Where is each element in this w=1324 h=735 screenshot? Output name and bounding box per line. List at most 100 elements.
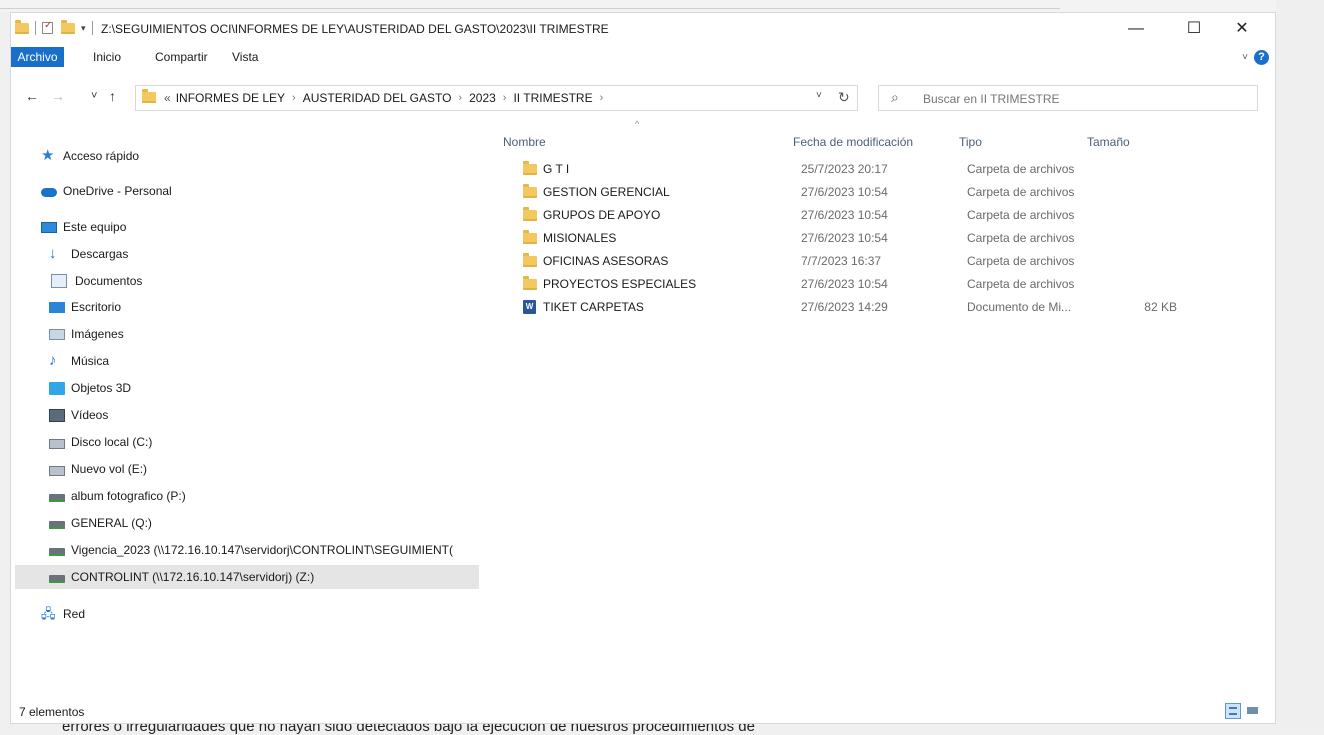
chevron-right-icon[interactable]: › (600, 92, 604, 104)
cube-icon (49, 381, 65, 395)
folder-icon (523, 252, 537, 267)
sort-ascending-icon: ^ (635, 119, 640, 129)
sidebar-item-disco-local-c[interactable]: Disco local (C:) (49, 430, 152, 454)
column-header-name[interactable]: Nombre (503, 135, 546, 155)
tab-compartir[interactable]: Compartir (155, 47, 208, 67)
properties-icon[interactable] (42, 20, 53, 34)
file-date: 27/6/2023 10:54 (801, 208, 888, 222)
sidebar-item-red[interactable]: 🖧 Red (41, 602, 85, 626)
large-icons-view-button[interactable] (1245, 703, 1261, 719)
sidebar-item-label: Descargas (71, 247, 129, 261)
sidebar-item-objetos-3d[interactable]: Objetos 3D (49, 376, 131, 400)
chevron-right-icon[interactable]: › (292, 92, 296, 104)
search-box[interactable]: ⌕ (878, 85, 1258, 111)
back-button[interactable]: ← (25, 88, 39, 104)
sidebar-item-videos[interactable]: Vídeos (49, 403, 108, 427)
sidebar-item-label: OneDrive - Personal (63, 184, 172, 198)
sidebar-item-general-q[interactable]: GENERAL (Q:) (49, 511, 152, 535)
refresh-icon[interactable]: ↻ (838, 89, 850, 106)
sidebar-item-acceso-rapido[interactable]: ★ Acceso rápido (41, 144, 139, 168)
new-folder-icon[interactable] (61, 19, 75, 34)
details-view-button[interactable] (1225, 703, 1241, 719)
file-row[interactable]: OFICINAS ASESORAS 7/7/2023 16:37 Carpeta… (507, 250, 1267, 273)
item-count: 7 elementos (19, 705, 85, 719)
breadcrumb-overflow[interactable]: « (164, 91, 171, 105)
sidebar-item-album-fotografico-p[interactable]: album fotografico (P:) (49, 484, 186, 508)
file-row[interactable]: PROYECTOS ESPECIALES 27/6/2023 10:54 Car… (507, 273, 1267, 296)
maximize-button[interactable]: ☐ (1171, 13, 1217, 45)
file-name-cell: W TIKET CARPETAS (523, 300, 644, 314)
sidebar-item-label: Música (71, 354, 110, 368)
file-name-cell: MISIONALES (523, 229, 616, 245)
file-name-cell: PROYECTOS ESPECIALES (523, 275, 696, 291)
file-type: Carpeta de archivos (967, 162, 1075, 176)
address-bar[interactable]: « INFORMES DE LEY › AUSTERIDAD DEL GASTO… (135, 85, 858, 111)
file-explorer-window: ▾ Z:\SEGUIMIENTOS OCI\INFORMES DE LEY\AU… (10, 12, 1276, 724)
file-row[interactable]: GRUPOS DE APOYO 27/6/2023 10:54 Carpeta … (507, 204, 1267, 227)
forward-button[interactable]: → (51, 88, 65, 104)
file-date: 27/6/2023 14:29 (801, 300, 888, 314)
sidebar-item-nuevo-vol-e[interactable]: Nuevo vol (E:) (49, 457, 147, 481)
title-bar: ▾ Z:\SEGUIMIENTOS OCI\INFORMES DE LEY\AU… (11, 13, 1275, 45)
up-button[interactable]: ↑ (109, 88, 116, 104)
file-row[interactable]: MISIONALES 27/6/2023 10:54 Carpeta de ar… (507, 227, 1267, 250)
cloud-icon (41, 187, 57, 197)
file-name-cell: GRUPOS DE APOYO (523, 206, 661, 222)
network-icon: 🖧 (41, 606, 56, 621)
sidebar-item-escritorio[interactable]: Escritorio (49, 295, 121, 319)
recent-locations-button[interactable]: ˅ (91, 90, 97, 102)
navigation-bar: ← → ˅ ↑ « INFORMES DE LEY › AUSTERIDAD D… (11, 83, 1275, 113)
window-title: Z:\SEGUIMIENTOS OCI\INFORMES DE LEY\AUST… (101, 22, 609, 36)
file-row[interactable]: W TIKET CARPETAS 27/6/2023 14:29 Document… (507, 296, 1267, 319)
breadcrumb-ii-trimestre[interactable]: II TRIMESTRE (513, 91, 592, 105)
breadcrumb: « INFORMES DE LEY › AUSTERIDAD DEL GASTO… (164, 91, 610, 105)
drive-icon (49, 465, 65, 476)
expand-ribbon-icon[interactable]: ˅ (1242, 52, 1248, 63)
breadcrumb-austeridad-del-gasto[interactable]: AUSTERIDAD DEL GASTO (303, 91, 452, 105)
column-header-size[interactable]: Tamaño (1087, 135, 1130, 155)
folder-icon (523, 275, 537, 290)
status-bar: 7 elementos (11, 701, 1275, 723)
sidebar-item-vigencia-2023[interactable]: Vigencia_2023 (\\172.16.10.147\servidorj… (49, 538, 479, 562)
chevron-right-icon[interactable]: › (503, 92, 507, 104)
sidebar-item-label: Objetos 3D (71, 381, 132, 395)
sidebar-item-imagenes[interactable]: Imágenes (49, 322, 124, 346)
column-header-type[interactable]: Tipo (959, 135, 982, 155)
close-button[interactable]: ✕ (1219, 13, 1265, 45)
computer-icon (41, 221, 57, 233)
breadcrumb-2023[interactable]: 2023 (469, 91, 496, 105)
tab-archivo[interactable]: Archivo (11, 47, 64, 67)
breadcrumb-informes-de-ley[interactable]: INFORMES DE LEY (176, 91, 285, 105)
tab-inicio[interactable]: Inicio (93, 47, 121, 67)
file-name: G T I (543, 162, 570, 176)
file-name: GRUPOS DE APOYO (543, 208, 661, 222)
column-header-date[interactable]: Fecha de modificación (793, 135, 913, 155)
sidebar-item-controlint-z[interactable]: CONTROLINT (\\172.16.10.147\servidorj) (… (15, 565, 479, 589)
sidebar-item-label: Documentos (75, 274, 143, 288)
file-size: 82 KB (1144, 300, 1177, 314)
customize-toolbar-icon[interactable]: ▾ (81, 23, 86, 34)
sidebar-item-este-equipo[interactable]: Este equipo (41, 215, 126, 239)
file-name: TIKET CARPETAS (543, 300, 644, 314)
folder-icon (523, 183, 537, 198)
address-dropdown-icon[interactable]: ˅ (816, 90, 822, 101)
chevron-right-icon[interactable]: › (458, 92, 462, 104)
file-row[interactable]: G T I 25/7/2023 20:17 Carpeta de archivo… (507, 158, 1267, 181)
sidebar-item-documentos[interactable]: Documentos (49, 269, 142, 293)
minimize-button[interactable]: — (1113, 13, 1159, 45)
navigation-pane: ★ Acceso rápido OneDrive - Personal Este… (11, 115, 481, 705)
file-type: Documento de Mi... (967, 300, 1072, 314)
word-document-icon: W (523, 300, 536, 314)
file-type: Carpeta de archivos (967, 277, 1075, 291)
sidebar-item-onedrive[interactable]: OneDrive - Personal (41, 179, 172, 203)
file-date: 7/7/2023 16:37 (801, 254, 882, 268)
file-row[interactable]: GESTION GERENCIAL 27/6/2023 10:54 Carpet… (507, 181, 1267, 204)
sidebar-item-musica[interactable]: ♪ Música (49, 349, 109, 373)
tab-vista[interactable]: Vista (232, 47, 258, 67)
help-icon[interactable]: ? (1254, 50, 1269, 65)
file-date: 27/6/2023 10:54 (801, 185, 888, 199)
sidebar-item-descargas[interactable]: ↓ Descargas (49, 242, 128, 266)
sidebar-item-label: GENERAL (Q:) (71, 516, 152, 530)
sidebar-item-label: Red (63, 607, 86, 621)
search-input[interactable] (921, 89, 1245, 109)
